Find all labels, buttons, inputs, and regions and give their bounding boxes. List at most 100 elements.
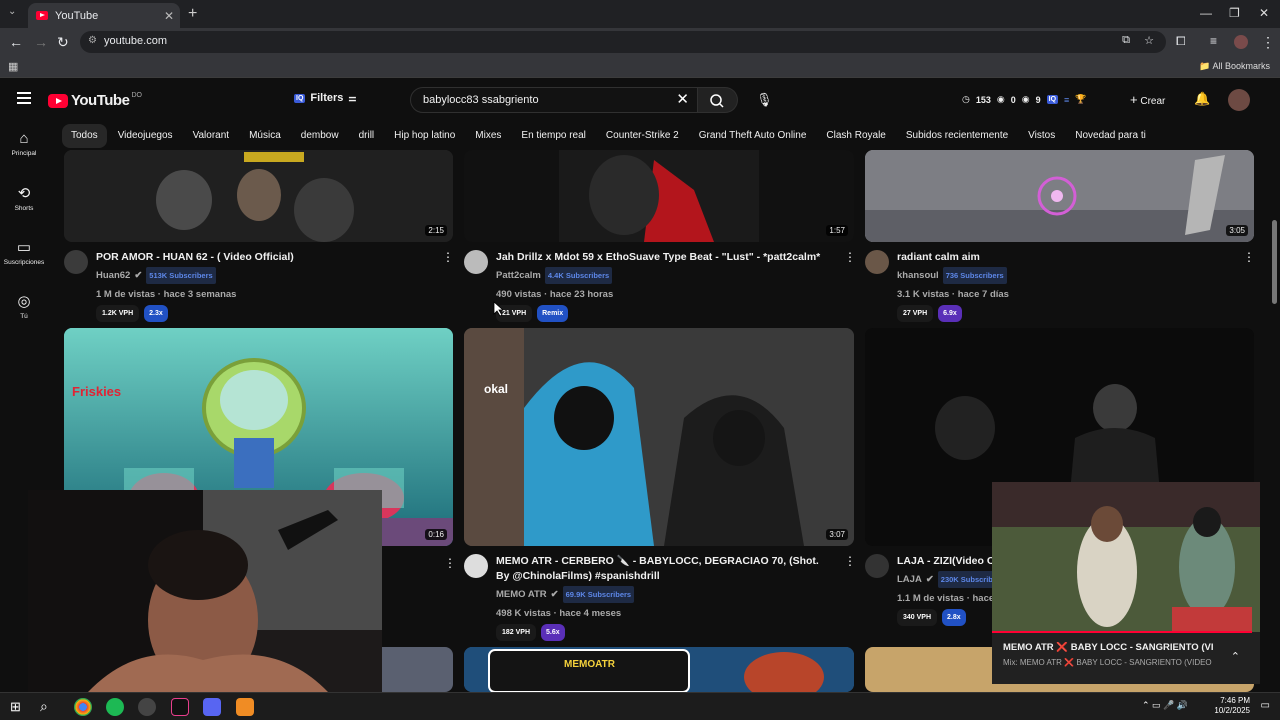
notifications-bell-icon[interactable]: 🔔 (1194, 91, 1210, 107)
account-avatar[interactable] (1228, 89, 1250, 111)
clock[interactable]: 7:46 PM 10/2/2025 (1214, 696, 1250, 716)
chip[interactable]: Clash Royale (817, 124, 894, 148)
miniplayer-progress[interactable] (992, 631, 1252, 633)
chip[interactable]: Counter-Strike 2 (597, 124, 688, 148)
video-card-info[interactable]: Jah Drillz x Mdot 59 x EthoSuave Type Be… (464, 250, 856, 322)
menu-kebab-icon[interactable]: ⋮ (1261, 34, 1275, 51)
channel-name[interactable]: Huan62 (96, 268, 130, 283)
sidebar-item-shorts[interactable]: ⟲ Shorts (0, 184, 48, 228)
chevron-up-icon[interactable]: ⌃ (1231, 650, 1240, 663)
tray-icons[interactable]: ⌃ ▭ 🎤 🔊 (1142, 700, 1188, 711)
chip[interactable]: Música (240, 124, 290, 148)
all-bookmarks-link[interactable]: 📁 All Bookmarks (1199, 61, 1270, 72)
create-button[interactable]: + Crear (1130, 92, 1165, 107)
chrome-icon[interactable] (74, 698, 92, 716)
url-field[interactable]: ⚙ youtube.com ⧉ ☆ (80, 31, 1166, 53)
channel-avatar[interactable] (865, 250, 889, 274)
minimize-icon[interactable]: — (1200, 6, 1212, 20)
video-card-info[interactable]: LAJA - ZIZI(Video O LAJA ✔ 230K Subscrib 1… (865, 554, 992, 629)
channel-name[interactable]: Patt2calm (496, 268, 541, 283)
sidebar-item-home[interactable]: ⌂ Principal (0, 130, 48, 174)
video-title[interactable]: Jah Drillz x Mdot 59 x EthoSuave Type Be… (496, 250, 826, 265)
chip[interactable]: dembow (292, 124, 348, 148)
chip[interactable]: Grand Theft Auto Online (690, 124, 816, 148)
video-thumbnail[interactable]: 1:57 (464, 150, 854, 242)
video-thumbnail[interactable]: MEMOATR (464, 647, 854, 692)
discord-icon[interactable] (203, 698, 221, 716)
microphone-icon[interactable]: 🎙 (756, 92, 773, 108)
chip[interactable]: Vistos (1019, 124, 1064, 148)
search-input[interactable]: babylocc83 ssabgriento ✕ (410, 87, 698, 113)
video-card-info[interactable]: MEMO ATR - CERBERO 🔪 - BABYLOCC, DEGRACI… (464, 554, 856, 641)
ratio-badge: 5.6x (541, 624, 565, 641)
channel-avatar[interactable] (865, 554, 889, 578)
chip[interactable]: Novedad para ti (1066, 124, 1155, 148)
filters-button[interactable]: IQ Filters ⚌ (294, 92, 356, 104)
video-thumbnail[interactable]: 2:15 (64, 150, 453, 242)
video-thumbnail[interactable]: 3:05 (865, 150, 1254, 242)
app-icon[interactable] (138, 698, 156, 716)
chip[interactable]: Videojuegos (109, 124, 182, 148)
back-icon[interactable]: ← (9, 34, 23, 50)
video-title[interactable]: POR AMOR - HUAN 62 - ( Video Official) (96, 250, 436, 265)
more-actions-icon[interactable]: ⋮ (442, 250, 454, 264)
close-window-icon[interactable]: ✕ (1259, 6, 1269, 20)
channel-name[interactable]: khansoul (897, 268, 939, 283)
channel-name[interactable]: MEMO ATR (496, 587, 547, 602)
app-orange-icon[interactable] (236, 698, 254, 716)
channel-text: MEMOATR (564, 659, 616, 670)
reload-icon[interactable]: ↻ (57, 34, 69, 51)
miniplayer[interactable]: MEMO ATR ❌ BABY LOCC - SANGRIENTO (VID..… (992, 482, 1260, 684)
chip[interactable]: Hip hop latino (385, 124, 464, 148)
bookmark-star-icon[interactable]: ☆ (1144, 34, 1154, 47)
video-title[interactable]: radiant calm aim (897, 250, 1237, 265)
chip[interactable]: Subidos recientemente (897, 124, 1017, 148)
video-card-info[interactable]: POR AMOR - HUAN 62 - ( Video Official) H… (64, 250, 454, 322)
mini-guide: ⌂ Principal ⟲ Shorts ▭ Suscripciones ◎ T… (0, 120, 48, 336)
video-thumbnail[interactable]: okal 3:07 (464, 328, 854, 546)
chip[interactable]: En tiempo real (512, 124, 594, 148)
chip[interactable]: drill (350, 124, 384, 148)
video-title[interactable]: LAJA - ZIZI(Video O (897, 554, 992, 569)
tab-search-icon[interactable]: ⌄ (8, 6, 16, 17)
chip[interactable]: Mixes (466, 124, 510, 148)
chip[interactable]: Todos (62, 124, 107, 148)
sidebar-item-you[interactable]: ◎ Tú (0, 292, 48, 336)
video-card-info[interactable]: radiant calm aim khansoul 736 Subscribers… (865, 250, 1255, 322)
youtube-logo[interactable]: YouTube DO (48, 92, 142, 109)
hamburger-menu-icon[interactable] (17, 92, 31, 107)
tab-close-icon[interactable]: ✕ (164, 9, 174, 23)
miniplayer-title[interactable]: MEMO ATR ❌ BABY LOCC - SANGRIENTO (VID..… (1003, 642, 1213, 653)
forward-icon[interactable]: → (34, 34, 48, 50)
site-info-icon[interactable]: ⚙ (88, 35, 97, 46)
scrollbar-thumb[interactable] (1272, 220, 1277, 304)
video-title[interactable]: MEMO ATR - CERBERO 🔪 - BABYLOCC, DEGRACI… (496, 554, 826, 584)
clear-search-icon[interactable]: ✕ (676, 90, 689, 108)
restore-icon[interactable]: ❐ (1229, 6, 1240, 20)
extensions-icon[interactable]: ⧠ (1176, 34, 1186, 49)
more-actions-icon[interactable]: ⋮ (844, 250, 856, 264)
media-icon[interactable]: ≡ (1210, 34, 1217, 48)
tiktok-icon[interactable] (171, 698, 189, 716)
channel-name[interactable]: LAJA (897, 572, 922, 587)
miniplayer-video[interactable] (992, 482, 1260, 632)
start-icon[interactable]: ⊞ (10, 699, 21, 715)
search-button[interactable] (698, 87, 738, 113)
chip[interactable]: Valorant (184, 124, 239, 148)
channel-avatar[interactable] (64, 250, 88, 274)
extension-stats[interactable]: ◷ 153 ◉ 0 ◉ 9 IQ ≡ 🏆 (962, 94, 1087, 105)
more-actions-icon[interactable]: ⋮ (844, 554, 856, 568)
new-tab-icon[interactable]: + (188, 5, 197, 23)
search-taskbar-icon[interactable]: ⌕ (40, 698, 48, 715)
notification-center-icon[interactable]: ▭ (1261, 700, 1270, 711)
spotify-icon[interactable] (106, 698, 124, 716)
cast-icon[interactable]: ⧉ (1122, 34, 1130, 47)
sidebar-item-subscriptions[interactable]: ▭ Suscripciones (0, 238, 48, 282)
channel-avatar[interactable] (464, 554, 488, 578)
apps-grid-icon[interactable]: ▦ (8, 60, 18, 73)
channel-avatar[interactable] (464, 250, 488, 274)
more-actions-icon[interactable]: ⋮ (1243, 250, 1255, 264)
tab-youtube[interactable]: YouTube ✕ (28, 3, 180, 28)
more-actions-icon[interactable]: ⋮ (444, 556, 456, 570)
profile-avatar[interactable] (1234, 35, 1248, 49)
